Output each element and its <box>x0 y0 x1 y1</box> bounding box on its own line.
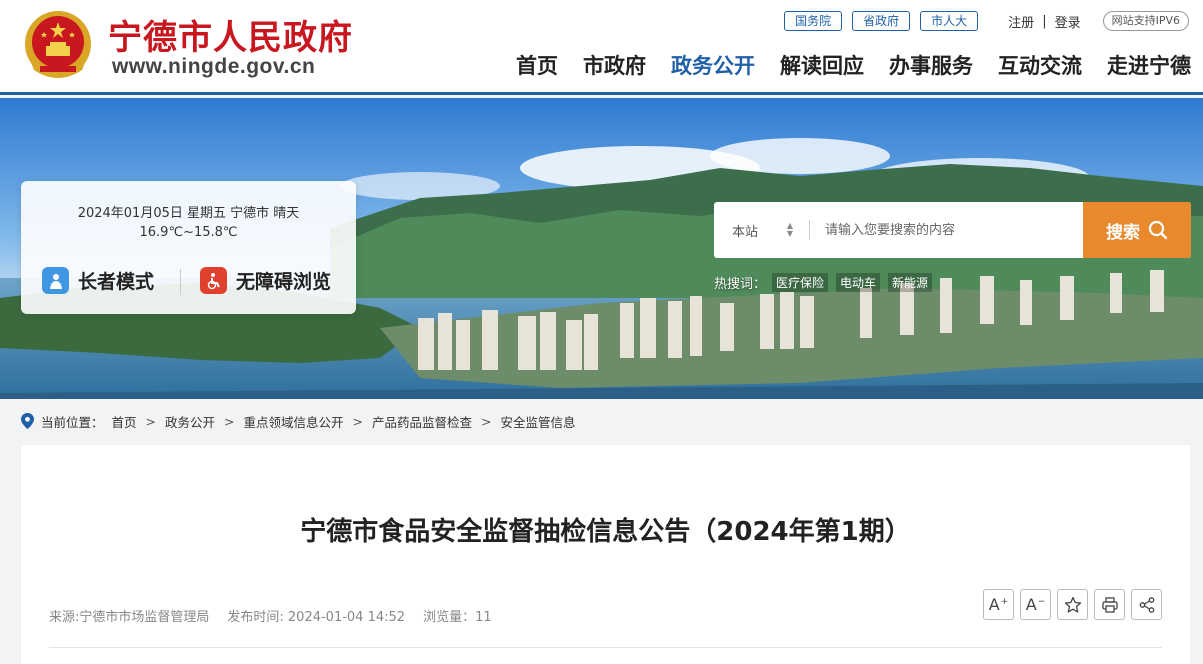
top-links: 国务院 省政府 市人大 注册 | 登录 网站支持IPV6 <box>784 10 1189 32</box>
mode-divider <box>180 269 181 295</box>
chevron-right-icon: > <box>481 413 492 429</box>
breadcrumb-label: 当前位置： <box>41 414 104 430</box>
search-button[interactable]: 搜索 <box>1083 202 1191 258</box>
content-divider <box>49 647 1162 648</box>
font-increase-icon: A+ <box>988 595 1009 614</box>
date-weather: 2024年01月05日 星期五 宁德市 晴天 <box>77 206 300 221</box>
search-icon <box>1148 220 1168 240</box>
article-publish-time: 发布时间: 2024-01-04 14:52 <box>227 610 406 625</box>
printer-icon <box>1101 596 1118 613</box>
link-city-congress[interactable]: 市人大 <box>920 11 979 31</box>
hot-search-label: 热搜词： <box>714 277 767 292</box>
article-source: 来源:宁德市市场监督管理局 <box>49 610 210 625</box>
elder-icon <box>42 267 69 294</box>
nav-city-gov[interactable]: 市政府 <box>583 50 646 80</box>
chevron-right-icon: > <box>145 413 157 429</box>
nav-interpretation[interactable]: 解读回应 <box>780 50 864 80</box>
article-views: 浏览量：11 <box>423 610 492 625</box>
nav-home[interactable]: 首页 <box>516 50 558 80</box>
article-meta: 来源:宁德市市场监督管理局 发布时间: 2024-01-04 14:52 浏览量… <box>49 606 510 625</box>
breadcrumb-item[interactable]: 重点领域信息公开 <box>244 412 344 431</box>
register-link[interactable]: 注册 <box>1008 12 1034 31</box>
site-url: www.ningde.gov.cn <box>112 55 316 78</box>
scope-updown-icon: ▲ ▼ <box>786 221 793 238</box>
search-input[interactable] <box>810 202 1083 258</box>
accessible-mode-label: 无障碍浏览 <box>236 271 332 293</box>
chevron-right-icon: > <box>224 413 235 429</box>
nav-about-ningde[interactable]: 走进宁德 <box>1107 50 1191 80</box>
nav-interaction[interactable]: 互动交流 <box>998 50 1082 80</box>
share-button[interactable] <box>1131 589 1162 620</box>
star-icon <box>1064 596 1081 613</box>
elder-mode-button[interactable]: 长者模式 <box>42 267 154 294</box>
site-header: 宁德市人民政府 www.ningde.gov.cn 国务院 省政府 市人大 注册… <box>0 0 1203 95</box>
nav-gov-affairs[interactable]: 政务公开 <box>671 50 755 80</box>
search-button-label: 搜索 <box>1106 222 1140 243</box>
login-link[interactable]: 登录 <box>1055 12 1081 31</box>
main-nav: 首页 市政府 政务公开 解读回应 办事服务 互动交流 走进宁德 <box>491 50 1191 80</box>
article-card: 宁德市食品安全监督抽检信息公告（2024年第1期） 来源:宁德市市场监督管理局 … <box>21 445 1190 664</box>
hot-tag[interactable]: 电动车 <box>836 273 881 292</box>
font-increase-button[interactable]: A+ <box>983 589 1014 620</box>
temperature: 16.9℃~15.8℃ <box>139 225 238 240</box>
favorite-button[interactable] <box>1057 589 1088 620</box>
hot-tag[interactable]: 医疗保险 <box>772 273 829 292</box>
article-title: 宁德市食品安全监督抽检信息公告（2024年第1期） <box>300 517 911 547</box>
weather-card: 2024年01月05日 星期五 宁德市 晴天 16.9℃~15.8℃ 长者模式 … <box>21 181 356 314</box>
breadcrumb-item[interactable]: 产品药品监督检查 <box>372 412 472 431</box>
hot-search: 热搜词： 医疗保险 电动车 新能源 <box>714 273 940 292</box>
link-province-gov[interactable]: 省政府 <box>852 11 911 31</box>
ipv6-badge: 网站支持IPV6 <box>1102 11 1189 31</box>
share-icon <box>1139 596 1154 613</box>
print-button[interactable] <box>1094 589 1125 620</box>
breadcrumb-item[interactable]: 安全监管信息 <box>501 412 576 431</box>
article-tools: A+ A− <box>977 589 1162 620</box>
accessible-mode-button[interactable]: 无障碍浏览 <box>200 267 331 294</box>
font-decrease-button[interactable]: A− <box>1020 589 1051 620</box>
search-box: 本站 ▲▼ 搜索 <box>714 202 1191 258</box>
breadcrumb-item[interactable]: 首页 <box>112 412 137 431</box>
national-emblem-icon <box>25 11 91 78</box>
chevron-right-icon: > <box>352 413 364 429</box>
breadcrumb: 当前位置： 首页 > 政务公开 > 重点领域信息公开 > 产品药品监督检查 > … <box>21 412 576 430</box>
breadcrumb-item[interactable]: 政务公开 <box>165 412 215 431</box>
auth-separator: | <box>1042 13 1047 29</box>
location-pin-icon <box>21 413 34 429</box>
search-scope-value: 本站 <box>732 224 759 240</box>
wheelchair-icon <box>200 267 227 294</box>
hot-tag[interactable]: 新能源 <box>888 273 933 292</box>
site-title[interactable]: 宁德市人民政府 <box>108 10 353 59</box>
link-state-council[interactable]: 国务院 <box>784 11 843 31</box>
font-decrease-icon: A− <box>1025 595 1046 614</box>
nav-services[interactable]: 办事服务 <box>889 50 973 80</box>
elder-mode-label: 长者模式 <box>78 271 155 293</box>
search-scope-select[interactable]: 本站 ▲ ▼ <box>714 202 809 258</box>
